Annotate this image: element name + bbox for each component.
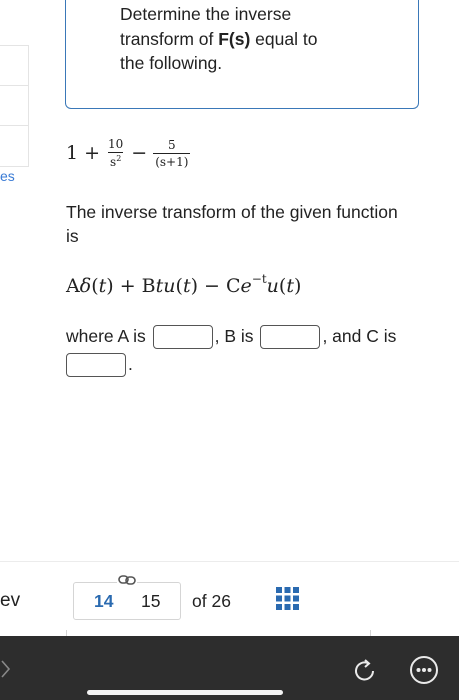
sidebar-row[interactable] — [0, 46, 28, 86]
prev-button[interactable]: ev — [0, 590, 20, 612]
prompt-line-2-post: equal to — [250, 28, 318, 49]
sidebar-partial-label[interactable]: es — [0, 168, 15, 184]
page-number-box[interactable] — [73, 582, 181, 620]
answer-b-input[interactable] — [260, 325, 321, 350]
result-expression: Aδ(t) + Btu(t) − Ce−tu(t) — [66, 272, 301, 297]
fraction-1: 10 s2 — [106, 137, 125, 169]
where-b-label: , B is — [214, 326, 254, 346]
result-e: e — [240, 275, 252, 297]
fraction-1-den-exponent: 2 — [116, 154, 122, 163]
prompt-line-1: Determine the inverse — [120, 4, 292, 24]
page-total: of 26 — [192, 591, 231, 611]
fraction-2: 5 (s+1) — [153, 137, 191, 169]
fraction-2-denominator: (s+1) — [153, 152, 191, 169]
page-next[interactable]: 15 — [141, 591, 160, 612]
end-period: . — [128, 354, 133, 374]
answer-a-input[interactable] — [152, 325, 213, 350]
page-current[interactable]: 14 — [94, 591, 113, 612]
sidebar-table — [0, 45, 29, 167]
result-paren: ) — [293, 275, 302, 297]
fraction-2-numerator: 5 — [168, 137, 176, 152]
result-exponent: −t — [251, 272, 267, 286]
fs-formula: 1 + 10 s2 − 5 (s+1) — [66, 137, 196, 169]
result-delta: δ — [79, 275, 92, 297]
where-a-label: where A is — [66, 326, 146, 346]
fraction-1-denominator: s2 — [108, 152, 124, 169]
formula-one: 1 — [66, 142, 79, 164]
result-t: t — [286, 275, 294, 297]
answer-sentence: where A is , B is , and C is . — [66, 322, 446, 378]
result-t: t — [182, 275, 191, 297]
prompt-line-3: the following. — [120, 53, 223, 73]
answer-c-input[interactable] — [66, 353, 126, 378]
sidebar-row[interactable] — [0, 86, 28, 126]
prompt-line-2-pre: transform of — [120, 28, 219, 49]
chevron-right-icon[interactable] — [0, 658, 14, 680]
more-icon[interactable] — [409, 655, 439, 685]
result-u: u — [163, 275, 176, 297]
fraction-1-numerator: 10 — [108, 137, 124, 151]
home-indicator[interactable] — [87, 690, 283, 695]
prompt-fs-bold: F(s) — [218, 28, 251, 49]
result-u: u — [266, 275, 279, 297]
result-part-c: ) − C — [190, 275, 241, 297]
result-part-a: A — [66, 275, 80, 297]
formula-minus: − — [131, 142, 148, 164]
result-part-b: ) + B — [106, 275, 156, 297]
where-c-label: , and C is — [322, 326, 397, 346]
result-paren: ( — [91, 275, 99, 297]
formula-plus: + — [84, 142, 101, 164]
result-paren: ( — [175, 275, 183, 297]
sidebar-row[interactable] — [0, 126, 28, 165]
explanation-text: The inverse transform of the given funct… — [66, 202, 398, 246]
divider — [0, 561, 459, 562]
prompt-text: Determine the inverse transform of F(s) … — [120, 2, 380, 76]
refresh-icon[interactable] — [351, 657, 379, 685]
link-icon[interactable] — [117, 573, 137, 587]
grid-icon[interactable] — [276, 587, 299, 610]
prompt-box: Determine the inverse transform of F(s) … — [65, 0, 419, 109]
